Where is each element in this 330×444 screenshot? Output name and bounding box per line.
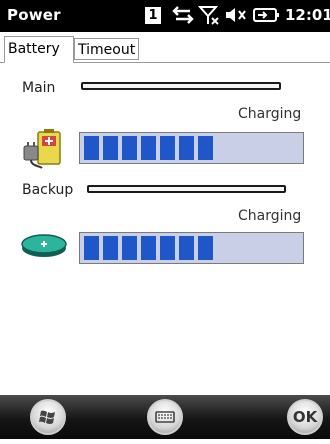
meter-segment [122,236,137,260]
battery-plug-icon [23,129,61,169]
meter-segment [160,136,175,160]
windows-start-icon [39,410,55,424]
main-battery-meter [79,132,304,164]
meter-segment [198,136,213,160]
meter-segment [84,136,99,160]
meter-segment [122,136,137,160]
ok-button[interactable]: OK [287,399,323,435]
backup-battery-meter [79,232,304,264]
tab-timeout[interactable]: Timeout [74,38,139,60]
meter-segment [141,136,156,160]
app-title: Power [7,6,61,24]
coin-cell-battery-icon [21,234,67,257]
battery-charging-icon[interactable] [252,5,280,25]
clock[interactable]: 12:01 [285,6,330,24]
meter-segment [84,236,99,260]
meter-segment [160,236,175,260]
meter-segment [179,136,194,160]
backup-battery-label: Backup [22,182,74,198]
keyboard-icon [155,411,175,423]
main-battery-indicator-bar [81,82,281,90]
main-battery-label: Main [22,80,56,96]
backup-battery-indicator-bar [87,185,286,193]
meter-segment [103,136,118,160]
meter-segment [103,236,118,260]
volume-muted-icon[interactable] [224,5,248,25]
signal-off-icon[interactable] [198,5,220,25]
meter-segment [198,236,213,260]
meter-segment [141,236,156,260]
keyboard-button[interactable] [147,399,183,435]
main-battery-status: Charging [238,106,302,122]
taskbar: OK [0,395,330,439]
notification-badge[interactable]: 1 [145,7,161,24]
meter-segment [179,236,194,260]
tab-bar: Battery Timeout [0,32,330,63]
status-bar: Power 1 12:01 [0,0,330,32]
start-button[interactable] [30,399,66,435]
tab-battery[interactable]: Battery [4,36,74,63]
sync-arrows-icon[interactable] [172,5,194,25]
backup-battery-status: Charging [238,208,302,224]
